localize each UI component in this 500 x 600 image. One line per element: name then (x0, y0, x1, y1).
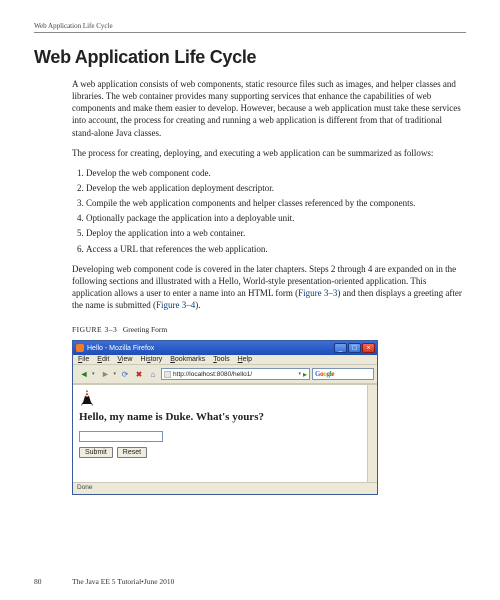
browser-window: Hello - Mozilla Firefox _ □ × File Edit … (72, 340, 378, 495)
status-bar: Done (73, 482, 377, 494)
firefox-icon (76, 344, 84, 352)
figure-label: FIGURE 3–3 Greeting Form (72, 325, 466, 334)
list-item: Optionally package the application into … (86, 212, 466, 224)
menu-help[interactable]: Help (238, 356, 252, 363)
list-item: Access a URL that references the web app… (86, 243, 466, 255)
text: ). (195, 300, 200, 310)
maximize-button[interactable]: □ (348, 343, 361, 353)
go-button[interactable]: ▸ (303, 370, 307, 379)
name-input[interactable] (79, 431, 163, 442)
menu-bookmarks[interactable]: Bookmarks (170, 356, 205, 363)
figure-link-3-3[interactable]: Figure 3–3 (298, 288, 337, 298)
forward-dropdown-icon[interactable]: ▾ (114, 371, 117, 377)
menu-view[interactable]: View (117, 356, 132, 363)
list-item: Develop the web application deployment d… (86, 182, 466, 194)
menu-file[interactable]: File (78, 356, 89, 363)
duke-mascot-image (79, 389, 95, 407)
home-button[interactable]: ⌂ (147, 368, 159, 380)
page-title: Web Application Life Cycle (34, 47, 466, 68)
figure-caption: Greeting Form (123, 325, 167, 334)
page-footer: 80 The Java EE 5 Tutorial • June 2010 (34, 577, 466, 586)
browser-viewport: Hello, my name is Duke. What's yours? Su… (73, 384, 377, 482)
page-number: 80 (34, 577, 72, 586)
figure-link-3-4[interactable]: Figure 3–4 (156, 300, 195, 310)
process-steps-list: Develop the web component code. Develop … (72, 167, 466, 255)
closing-paragraph: Developing web component code is covered… (72, 263, 466, 312)
address-bar[interactable]: http://localhost:8080/hello1/ ▾ ▸ (161, 368, 310, 380)
list-item: Develop the web component code. (86, 167, 466, 179)
forward-button[interactable]: ► (98, 367, 114, 381)
reset-button[interactable]: Reset (117, 447, 147, 458)
dropdown-icon[interactable]: ▾ (298, 371, 301, 377)
list-item: Deploy the application into a web contai… (86, 227, 466, 239)
menu-bar: File Edit View History Bookmarks Tools H… (73, 355, 377, 364)
close-button[interactable]: × (362, 343, 375, 353)
stop-button[interactable]: ✖ (133, 368, 145, 380)
process-paragraph: The process for creating, deploying, and… (72, 147, 466, 159)
toolbar: ◄ ▾ ► ▾ ⟳ ✖ ⌂ http://localhost:8080/hell… (73, 364, 377, 384)
vertical-scrollbar[interactable] (367, 385, 377, 482)
publication-date: June 2010 (144, 577, 175, 586)
search-box[interactable]: Google (312, 368, 374, 380)
window-title: Hello - Mozilla Firefox (87, 345, 334, 352)
figure-number: FIGURE 3–3 (72, 325, 117, 334)
page-icon (164, 371, 171, 378)
menu-history[interactable]: History (140, 356, 162, 363)
submit-button[interactable]: Submit (79, 447, 113, 458)
running-header: Web Application Life Cycle (34, 22, 466, 33)
list-item: Compile the web application components a… (86, 197, 466, 209)
minimize-button[interactable]: _ (334, 343, 347, 353)
greeting-heading: Hello, my name is Duke. What's yours? (79, 411, 371, 423)
window-titlebar: Hello - Mozilla Firefox _ □ × (73, 341, 377, 355)
menu-tools[interactable]: Tools (213, 356, 229, 363)
reload-button[interactable]: ⟳ (119, 368, 131, 380)
book-title: The Java EE 5 Tutorial (72, 577, 141, 586)
google-icon: Google (315, 370, 334, 378)
url-text: http://localhost:8080/hello1/ (173, 371, 298, 378)
menu-edit[interactable]: Edit (97, 356, 109, 363)
intro-paragraph: A web application consists of web compon… (72, 78, 466, 139)
back-dropdown-icon[interactable]: ▾ (92, 371, 95, 377)
back-button[interactable]: ◄ (76, 367, 92, 381)
